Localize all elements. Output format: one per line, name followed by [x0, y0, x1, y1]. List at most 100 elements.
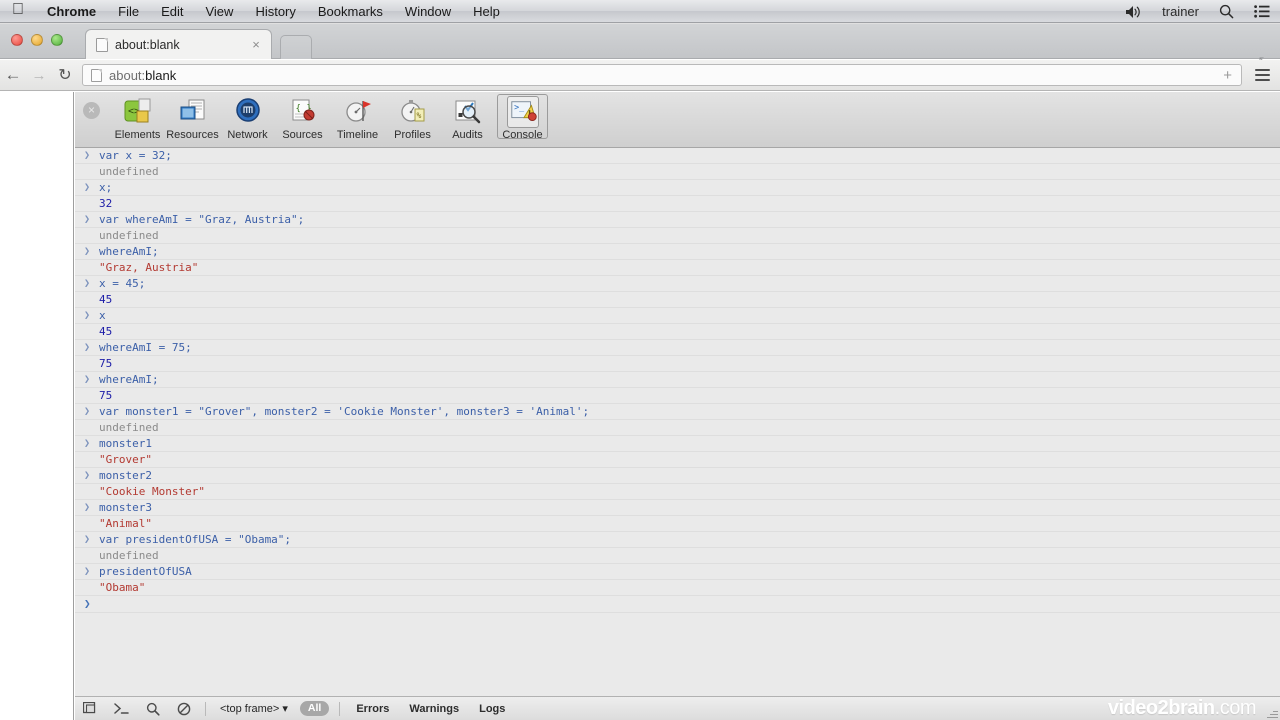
- console-line-text: var whereAmI = "Graz, Austria";: [99, 213, 305, 226]
- menu-item-view[interactable]: View: [194, 4, 244, 19]
- console-input-line: ❯ x = 45;: [75, 276, 1280, 292]
- watermark-bold: video2brain: [1107, 697, 1215, 719]
- prompt-chevron-icon: ❯: [84, 566, 91, 577]
- menu-item-history[interactable]: History: [244, 4, 306, 19]
- console-result-line: undefined: [75, 228, 1280, 244]
- console-message-list[interactable]: ❯ var x = 32; undefined ❯ x; 32 ❯ var whereAmI …: [75, 148, 1280, 696]
- page-viewport[interactable]: [0, 92, 74, 720]
- elements-icon: <>: [122, 96, 154, 128]
- devtools-tab-label: Network: [227, 129, 268, 141]
- window-close-button[interactable]: [11, 34, 23, 46]
- console-result-line: "Graz, Austria": [75, 260, 1280, 276]
- devtools-tab-resources[interactable]: Resources: [165, 92, 220, 141]
- console-line-text: whereAmI;: [99, 245, 159, 258]
- devtools-tab-label: Resources: [166, 129, 219, 141]
- console-line-text: presidentOfUSA: [99, 565, 192, 578]
- console-result-line: "Cookie Monster": [75, 484, 1280, 500]
- console-result-line: undefined: [75, 164, 1280, 180]
- devtools-tab-label: Sources: [282, 129, 323, 141]
- console-input-line: ❯ var monster1 = "Grover", monster2 = 'Co…: [75, 404, 1280, 420]
- browser-tab-about-blank[interactable]: about:blank ×: [85, 29, 272, 59]
- address-bar[interactable]: about:blank +: [82, 64, 1242, 86]
- console-line-text: monster2: [99, 469, 152, 482]
- devtools-tab-timeline[interactable]: Timeline: [330, 92, 385, 141]
- devtools-tab-sources[interactable]: { } Sources: [275, 92, 330, 141]
- bookmark-add-icon[interactable]: +: [1223, 67, 1232, 84]
- menu-item-bookmarks[interactable]: Bookmarks: [307, 4, 394, 19]
- prompt-chevron-icon: ❯: [84, 150, 91, 161]
- prompt-chevron-icon: ❯: [84, 597, 91, 610]
- menu-item-help[interactable]: Help: [462, 4, 511, 19]
- console-result-line: 75: [75, 388, 1280, 404]
- notification-list-icon[interactable]: [1244, 5, 1280, 18]
- prompt-chevron-icon: ❯: [84, 246, 91, 257]
- menu-item-chrome[interactable]: Chrome: [36, 4, 107, 19]
- devtools-tab-profiles[interactable]: % Profiles: [385, 92, 440, 141]
- console-line-text: undefined: [99, 165, 159, 178]
- filter-errors-button[interactable]: Errors: [346, 703, 399, 715]
- prompt-chevron-icon: ❯: [84, 470, 91, 481]
- console-line-text: 75: [99, 389, 113, 402]
- clear-console-icon[interactable]: [168, 702, 199, 716]
- devtools-close-icon[interactable]: ×: [83, 102, 100, 119]
- console-input-line: ❯ whereAmI;: [75, 372, 1280, 388]
- devtools-tab-label: Console: [502, 129, 543, 141]
- console-input-line: ❯ monster3: [75, 500, 1280, 516]
- console-line-text: var presidentOfUSA = "Obama";: [99, 533, 292, 546]
- forward-button[interactable]: →: [26, 67, 52, 84]
- prompt-chevron-icon: ❯: [84, 214, 91, 225]
- watermark-light: .com: [1214, 697, 1257, 719]
- console-line-text: x: [99, 309, 106, 322]
- chrome-menu-button[interactable]: [1250, 69, 1274, 81]
- volume-icon[interactable]: [1115, 5, 1152, 19]
- browser-tab-strip: about:blank × ⤡: [0, 24, 1280, 70]
- menu-item-window[interactable]: Window: [394, 4, 462, 19]
- execution-context-selector[interactable]: <top frame> ▾: [212, 702, 296, 715]
- apple-logo-icon[interactable]: : [12, 2, 24, 18]
- console-search-icon[interactable]: [137, 702, 168, 716]
- devtools-status-bar: <top frame> ▾ All Errors Warnings Logs v…: [75, 696, 1280, 720]
- execution-context-label: <top frame>: [220, 703, 280, 715]
- console-prompt-line[interactable]: ❯: [75, 596, 1280, 613]
- console-line-text: var x = 32;: [99, 149, 172, 162]
- console-line-text: "Cookie Monster": [99, 485, 205, 498]
- filter-all-button[interactable]: All: [299, 701, 330, 716]
- menu-item-edit[interactable]: Edit: [150, 4, 194, 19]
- console-result-line: "Obama": [75, 580, 1280, 596]
- console-drawer-icon[interactable]: [106, 702, 137, 715]
- devtools-tab-elements[interactable]: <> Elements: [110, 92, 165, 141]
- window-zoom-button[interactable]: [51, 34, 63, 46]
- devtools-tab-label: Profiles: [394, 129, 431, 141]
- console-line-text: 75: [99, 357, 113, 370]
- console-line-text: "Obama": [99, 581, 146, 594]
- menu-item-file[interactable]: File: [107, 4, 150, 19]
- filter-warnings-button[interactable]: Warnings: [399, 703, 469, 715]
- resources-icon: [177, 96, 209, 128]
- screen:  Chrome File Edit View History Bookmark…: [0, 0, 1280, 720]
- close-icon[interactable]: ×: [247, 37, 265, 52]
- console-result-line: undefined: [75, 420, 1280, 436]
- back-button[interactable]: ←: [0, 65, 26, 85]
- menu-bar-user-name[interactable]: trainer: [1152, 4, 1209, 19]
- dock-position-icon[interactable]: [75, 702, 106, 715]
- console-line-text: "Grover": [99, 453, 152, 466]
- console-input-line: ❯ var x = 32;: [75, 148, 1280, 164]
- reload-button[interactable]: ↻: [52, 65, 78, 85]
- console-result-line: undefined: [75, 548, 1280, 564]
- page-info-icon[interactable]: [91, 68, 102, 82]
- window-minimize-button[interactable]: [31, 34, 43, 46]
- devtools-tab-console[interactable]: >_ Console: [495, 92, 550, 141]
- console-line-text: monster1: [99, 437, 152, 450]
- spotlight-search-icon[interactable]: [1209, 4, 1244, 19]
- resize-grip-icon[interactable]: [1266, 707, 1278, 719]
- filter-logs-button[interactable]: Logs: [469, 703, 515, 715]
- devtools-tab-network[interactable]: Network: [220, 92, 275, 141]
- devtools-panel: × <> Elements Resources Network {} Sour…: [75, 92, 1280, 720]
- devtools-tab-label: Timeline: [336, 129, 379, 141]
- console-line-text: 45: [99, 293, 113, 306]
- network-icon: [232, 96, 264, 128]
- new-tab-button[interactable]: [280, 35, 312, 59]
- console-input-line: ❯ x;: [75, 180, 1280, 196]
- devtools-tab-audits[interactable]: Audits: [440, 92, 495, 141]
- console-input-line: ❯ whereAmI = 75;: [75, 340, 1280, 356]
